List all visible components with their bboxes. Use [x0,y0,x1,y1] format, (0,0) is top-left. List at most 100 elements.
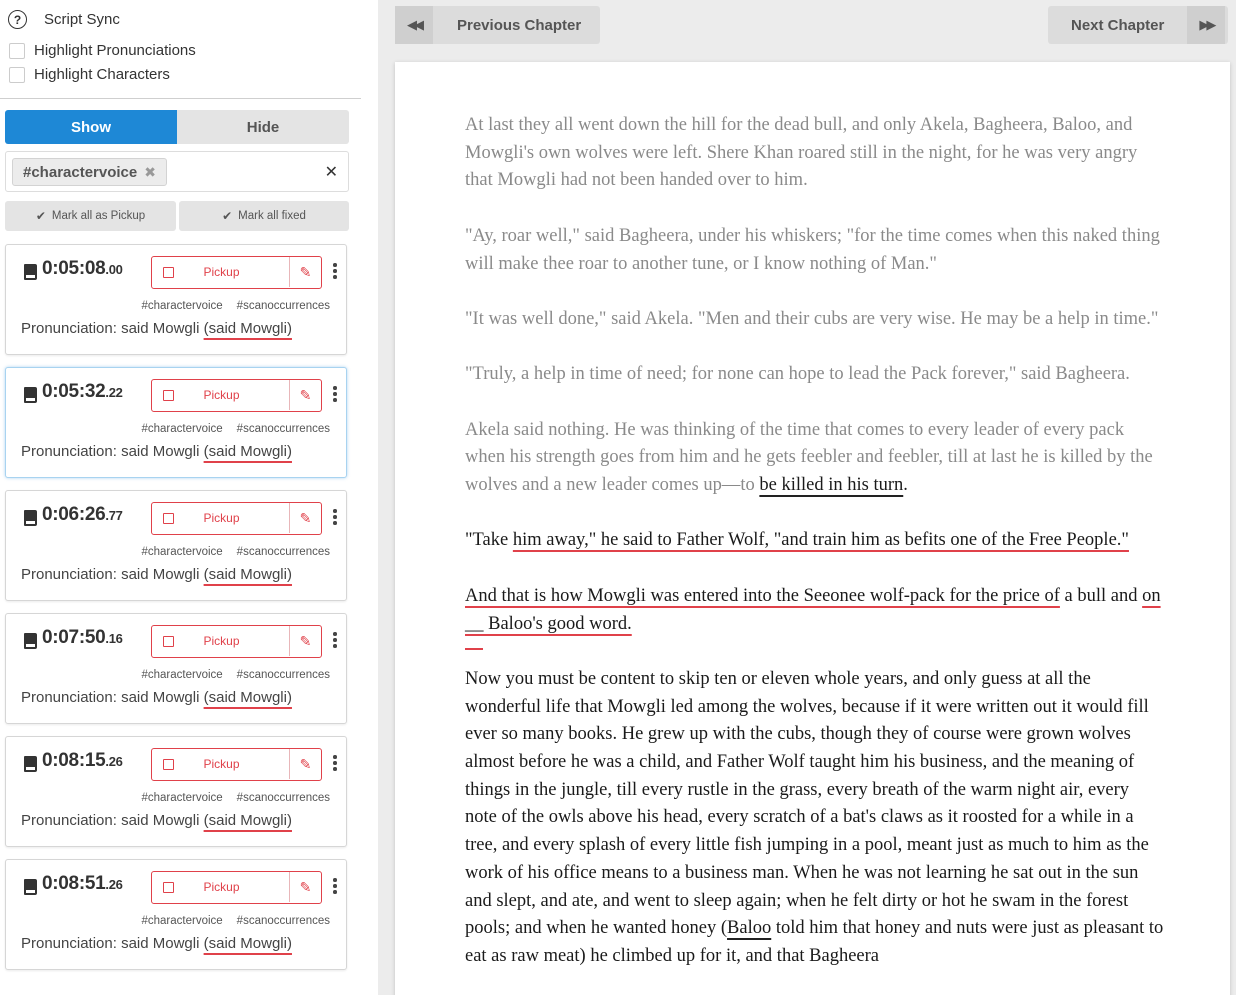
hide-button[interactable]: Hide [177,110,349,144]
mark-all-pickup-button[interactable]: ✔ Mark all as Pickup [5,201,176,231]
button-label: Previous Chapter [457,16,582,34]
pickup-control: Pickup ✎ [151,748,322,781]
card-tags: #charactervoice #scanoccurrences [141,915,330,927]
pickup-label[interactable]: Pickup [152,757,291,771]
pickup-label[interactable]: Pickup [152,880,291,894]
timestamp[interactable]: 0:08:51.26 [42,873,123,895]
sync-header: ? Script Sync [8,10,120,29]
more-options-icon[interactable] [333,632,337,650]
show-hide-toggle: Show Hide [5,110,349,144]
pickup-label[interactable]: Pickup [152,265,291,279]
sync-card[interactable]: 0:05:32.22 Pickup ✎ #charactervoice #scan… [5,367,347,478]
mark-all-fixed-button[interactable]: ✔ Mark all fixed [179,201,349,231]
more-options-icon[interactable] [333,755,337,773]
book-icon [24,633,37,649]
checkbox[interactable] [9,42,25,59]
book-text: At last they all went down the hill for … [465,112,1165,995]
button-label: Mark all as Pickup [51,210,146,222]
paragraph: Now you must be content to skip ten or e… [465,668,1164,966]
sync-card[interactable]: 0:08:51.26 Pickup ✎ #charactervoice #scan… [5,859,347,970]
timestamp[interactable]: 0:07:50.16 [42,627,123,649]
paragraph: "Ay, roar well," said Bagheera, under hi… [465,225,1160,274]
sync-highlight[interactable]: be killed in his turn [759,475,903,495]
sync-highlight[interactable]: And that is how Mowgli was entered into … [465,586,1060,606]
edit-pencil-icon[interactable]: ✎ [289,257,321,287]
button-label: Mark all fixed [238,210,306,222]
more-options-icon[interactable] [333,509,337,527]
blank-marker[interactable] [465,647,483,650]
check-icon: ✔ [222,209,233,223]
book-icon [24,879,37,895]
more-options-icon[interactable] [333,386,337,404]
card-tags: #charactervoice #scanoccurrences [141,300,330,312]
pickup-label[interactable]: Pickup [152,634,291,648]
card-tags: #charactervoice #scanoccurrences [141,792,330,804]
highlight-pronunciations-option[interactable]: Highlight Pronunciations [9,42,196,59]
card-tags: #charactervoice #scanoccurrences [141,669,330,681]
edit-pencil-icon[interactable]: ✎ [289,749,321,779]
more-options-icon[interactable] [333,878,337,896]
button-label: Next Chapter [1071,16,1165,34]
sync-card[interactable]: 0:06:26.77 Pickup ✎ #charactervoice #scan… [5,490,347,601]
pickup-control: Pickup ✎ [151,379,322,412]
checkbox[interactable] [9,66,25,83]
pickup-control: Pickup ✎ [151,502,322,535]
pickup-control: Pickup ✎ [151,256,322,289]
script-sync-panel: ? Script Sync Highlight Pronunciations H… [0,0,362,995]
paragraph: "Truly, a help in time of need; for none… [465,364,1130,385]
reader-area: ◀◀ Previous Chapter Next Chapter ▶▶ At l… [378,0,1236,995]
pronunciation-text: Pronunciation: said Mowgli (said Mowgli) [21,689,292,706]
card-tags: #charactervoice #scanoccurrences [141,546,330,558]
highlight-characters-option[interactable]: Highlight Characters [9,66,170,83]
tag-chip-label: #charactervoice [23,163,138,181]
sync-highlight[interactable]: him away," he said to Father Wolf, "and … [513,530,1129,550]
book-icon [24,510,37,526]
tag-chip: #charactervoice ✖ [12,158,167,186]
paragraph: "Take him away," he said to Father Wolf,… [465,530,1129,551]
pronunciation-text: Pronunciation: said Mowgli (said Mowgli) [21,443,292,460]
sync-card[interactable]: 0:07:50.16 Pickup ✎ #charactervoice #scan… [5,613,347,724]
rewind-icon: ◀◀ [395,6,433,44]
edit-pencil-icon[interactable]: ✎ [289,380,321,410]
show-button[interactable]: Show [5,110,177,144]
book-icon [24,756,37,772]
paragraph: At last they all went down the hill for … [465,115,1138,191]
edit-pencil-icon[interactable]: ✎ [289,872,321,902]
book-icon [24,387,37,403]
pronunciation-text: Pronunciation: said Mowgli (said Mowgli) [21,566,292,583]
edit-pencil-icon[interactable]: ✎ [289,503,321,533]
edit-pencil-icon[interactable]: ✎ [289,626,321,656]
pickup-control: Pickup ✎ [151,625,322,658]
paragraph: Akela said nothing. He was thinking of t… [465,419,1153,496]
sync-highlight[interactable]: Baloo [727,918,771,938]
next-chapter-button[interactable]: Next Chapter ▶▶ [1048,6,1228,44]
pronunciation-text: Pronunciation: said Mowgli (said Mowgli) [21,935,292,952]
divider [0,98,361,99]
card-tags: #charactervoice #scanoccurrences [141,423,330,435]
pickup-label[interactable]: Pickup [152,388,291,402]
option-label: Highlight Pronunciations [34,42,196,59]
more-options-icon[interactable] [333,263,337,281]
tag-filter-input[interactable]: #charactervoice ✖ ✕ [5,151,349,192]
sync-card[interactable]: 0:08:15.26 Pickup ✎ #charactervoice #scan… [5,736,347,847]
pickup-control: Pickup ✎ [151,871,322,904]
timestamp[interactable]: 0:06:26.77 [42,504,123,526]
pickup-label[interactable]: Pickup [152,511,291,525]
timestamp[interactable]: 0:05:08.00 [42,258,123,280]
book-icon [24,264,37,280]
paragraph: "It was well done," said Akela. "Men and… [465,308,1159,329]
clear-filter-icon[interactable]: ✕ [325,162,338,182]
panel-title: Script Sync [44,11,120,28]
timestamp[interactable]: 0:08:15.26 [42,750,123,772]
check-icon: ✔ [35,209,46,223]
remove-tag-icon[interactable]: ✖ [144,164,156,181]
paragraph: And that is how Mowgli was entered into … [465,585,1161,634]
timestamp[interactable]: 0:05:32.22 [42,381,123,403]
fast-forward-icon: ▶▶ [1187,6,1226,44]
help-icon[interactable]: ? [8,10,27,29]
pronunciation-text: Pronunciation: said Mowgli (said Mowgli) [21,320,292,337]
book-page: At last they all went down the hill for … [395,62,1230,995]
option-label: Highlight Characters [34,66,170,83]
previous-chapter-button[interactable]: ◀◀ Previous Chapter [395,6,600,44]
sync-card[interactable]: 0:05:08.00 Pickup ✎ #charactervoice #scan… [5,244,347,355]
